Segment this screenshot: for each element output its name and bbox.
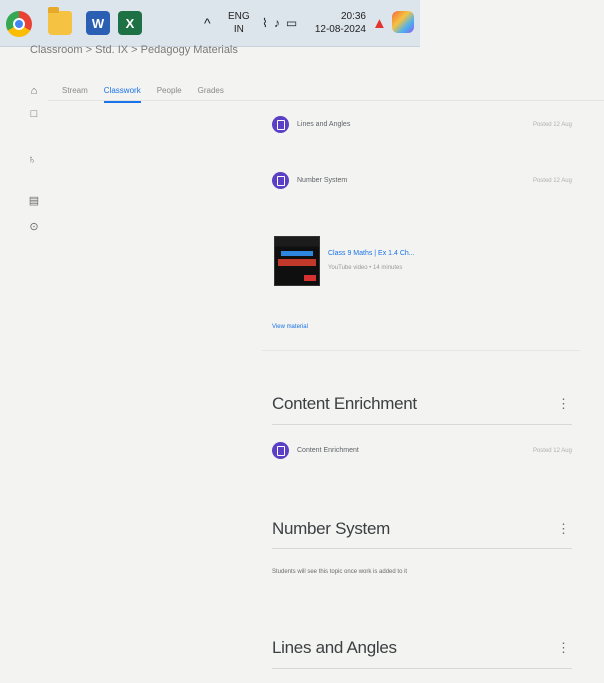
volume-icon: ♪	[273, 16, 280, 30]
windows-taskbar: W X ^ ENG IN ⌇ ♪ ▭ 20:36 12-08-2024 ▲	[0, 0, 420, 47]
topic-divider	[272, 668, 572, 669]
video-thumbnail[interactable]	[274, 236, 320, 286]
material-date: Posted 12 Aug	[532, 121, 572, 128]
home-icon[interactable]: ⌂	[28, 85, 40, 97]
topic-divider	[272, 424, 572, 425]
thumbnail-banner	[278, 259, 316, 266]
copilot-icon[interactable]	[392, 11, 414, 33]
material-item[interactable]: Content Enrichment Posted 12 Aug	[272, 442, 572, 459]
thumbnail-badge	[304, 275, 316, 281]
thumbnail-stripe	[281, 251, 313, 256]
empty-topic-note: Students will see this topic once work i…	[272, 569, 408, 575]
wifi-icon: ⌇	[262, 16, 268, 30]
calendar-icon[interactable]: □	[28, 108, 40, 120]
clock[interactable]: 20:36 12-08-2024	[312, 0, 366, 46]
clock-time: 20:36	[340, 11, 366, 22]
material-icon	[272, 172, 289, 189]
settings-icon[interactable]: ⊙	[28, 220, 40, 233]
material-icon	[272, 116, 289, 133]
material-date: Posted 12 Aug	[532, 447, 572, 454]
topic-title: Number System	[272, 519, 390, 538]
material-item[interactable]: Number System Posted 12 Aug	[272, 172, 572, 189]
language-indicator[interactable]: ENG IN	[228, 0, 250, 46]
chevron-up-icon[interactable]: ^	[204, 0, 211, 46]
people-icon[interactable]: ♄	[26, 154, 38, 166]
video-title[interactable]: Class 9 Maths | Ex 1.4 Ch...	[328, 250, 415, 257]
topic-title: Content Enrichment	[272, 394, 417, 413]
language-code: ENG	[228, 11, 250, 22]
topic-more-icon[interactable]: ⋮	[557, 521, 570, 537]
material-icon	[272, 442, 289, 459]
material-date: Posted 12 Aug	[532, 177, 572, 184]
clock-date: 12-08-2024	[314, 24, 366, 35]
todo-icon[interactable]: ▤	[28, 194, 40, 207]
topic-more-icon[interactable]: ⋮	[557, 396, 570, 412]
battery-icon: ▭	[285, 16, 298, 30]
folder-icon[interactable]	[48, 7, 72, 35]
material-title: Lines and Angles	[297, 121, 351, 128]
material-item[interactable]: Lines and Angles Posted 12 Aug	[272, 116, 572, 133]
system-tray[interactable]: ⌇ ♪ ▭	[262, 0, 297, 46]
topic-title: Lines and Angles	[272, 638, 397, 657]
bell-icon[interactable]: ▲	[372, 0, 387, 46]
card-divider	[262, 350, 580, 351]
material-title: Content Enrichment	[297, 447, 359, 454]
word-icon[interactable]: W	[86, 11, 110, 35]
view-material-link[interactable]: View material	[272, 324, 308, 330]
language-region: IN	[233, 24, 244, 35]
breadcrumb: Classroom > Std. IX > Pedagogy Materials	[30, 44, 238, 56]
tabs-divider	[48, 100, 604, 101]
material-title: Number System	[297, 177, 348, 184]
left-rail: ⌂ □ ♄ ▤ ⊙	[0, 60, 46, 680]
topic-divider	[272, 548, 572, 549]
chrome-icon[interactable]	[6, 11, 32, 37]
topic-more-icon[interactable]: ⋮	[557, 640, 570, 656]
video-meta: YouTube video • 14 minutes	[328, 265, 403, 271]
excel-icon[interactable]: X	[118, 11, 142, 35]
